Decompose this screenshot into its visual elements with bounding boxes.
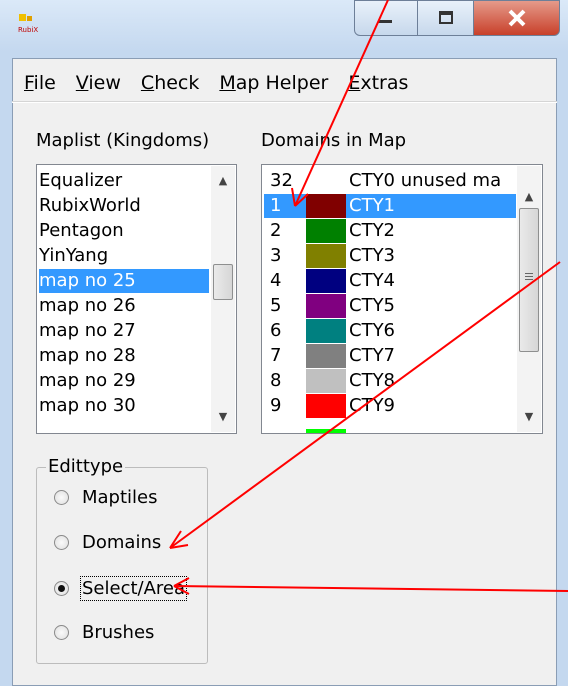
- maplist-item[interactable]: map no 28: [39, 344, 136, 368]
- maplist-item-selected[interactable]: map no 25: [39, 269, 209, 293]
- menu-file[interactable]: File: [14, 68, 66, 98]
- maplist-item[interactable]: map no 26: [39, 294, 136, 318]
- scroll-down-icon[interactable]: ▼: [211, 406, 235, 428]
- svg-text:RubiX: RubiX: [18, 26, 38, 34]
- domain-color-swatch: [306, 394, 346, 418]
- domain-color-swatch: [306, 344, 346, 368]
- domain-row[interactable]: 2 CTY2: [264, 219, 516, 243]
- scroll-up-icon[interactable]: ▲: [211, 170, 235, 192]
- menu-separator: [12, 101, 557, 103]
- minimize-icon: [378, 20, 392, 23]
- domain-color-swatch: [306, 219, 346, 243]
- domain-row[interactable]: 9 CTY9: [264, 394, 516, 418]
- menu-map-helper[interactable]: Map Helper: [209, 68, 338, 98]
- domains-scroll-thumb[interactable]: [519, 208, 539, 352]
- maplist-item[interactable]: map no 29: [39, 369, 136, 393]
- menu-bar: File View Check Map Helper Extras: [14, 68, 418, 98]
- domain-row[interactable]: 5 CTY5: [264, 294, 516, 318]
- minimize-button[interactable]: [354, 0, 418, 36]
- domain-row[interactable]: 4 CTY4: [264, 269, 516, 293]
- domain-color-swatch: [306, 319, 346, 343]
- maplist-scrollbar[interactable]: ▲ ▼: [211, 166, 235, 432]
- domains-label: Domains in Map: [261, 130, 407, 151]
- menu-view[interactable]: View: [66, 68, 131, 98]
- radio-circle-icon[interactable]: [54, 490, 69, 505]
- domain-row[interactable]: 7 CTY7: [264, 344, 516, 368]
- maplist-item[interactable]: Pentagon: [39, 219, 124, 243]
- radio-circle-icon[interactable]: [54, 535, 69, 550]
- maplist-item[interactable]: map no 30: [39, 394, 136, 418]
- domain-color-swatch: [306, 369, 346, 393]
- domain-row[interactable]: 32 CTY0 unused ma: [264, 169, 516, 193]
- maplist-label: Maplist (Kingdoms): [36, 130, 210, 151]
- radio-domains[interactable]: Domains: [54, 532, 161, 553]
- domain-color-swatch: [306, 294, 346, 318]
- maximize-button[interactable]: [418, 0, 474, 36]
- title-bar: RubiX: [0, 0, 568, 52]
- close-icon: [508, 9, 525, 27]
- edittype-title: Edittype: [46, 456, 126, 477]
- maplist-scroll-thumb[interactable]: [213, 264, 233, 300]
- radio-maptiles[interactable]: Maptiles: [54, 487, 158, 508]
- maplist-item[interactable]: Equalizer: [39, 169, 122, 193]
- maplist-item[interactable]: RubixWorld: [39, 194, 141, 218]
- radio-circle-icon[interactable]: [54, 625, 69, 640]
- close-button[interactable]: [474, 0, 560, 36]
- maplist-item[interactable]: YinYang: [39, 244, 108, 268]
- scroll-up-icon[interactable]: ▲: [517, 186, 541, 208]
- domains-scrollbar[interactable]: ▲ ▼: [517, 166, 541, 432]
- domain-row[interactable]: 6 CTY6: [264, 319, 516, 343]
- domain-row[interactable]: 8 CTY8: [264, 369, 516, 393]
- menu-extras[interactable]: Extras: [338, 68, 418, 98]
- domain-row[interactable]: 3 CTY3: [264, 244, 516, 268]
- scroll-down-icon[interactable]: ▼: [517, 406, 541, 428]
- domain-color-swatch: [306, 194, 346, 218]
- maplist-listbox[interactable]: Equalizer RubixWorld Pentagon YinYang ma…: [36, 164, 237, 434]
- radio-select-area[interactable]: Select/Area: [54, 576, 188, 601]
- domain-color-swatch: [306, 244, 346, 268]
- maximize-icon: [438, 11, 453, 24]
- maplist-item[interactable]: map no 27: [39, 319, 136, 343]
- app-logo-icon: RubiX: [18, 14, 38, 34]
- domain-color-swatch-partial: [306, 429, 346, 433]
- domains-listbox[interactable]: 32 CTY0 unused ma 1 CTY1 2 CTY2 3 CTY3 4…: [261, 164, 543, 434]
- domain-row-selected[interactable]: 1 CTY1: [264, 194, 516, 218]
- radio-brushes[interactable]: Brushes: [54, 622, 154, 643]
- domain-color-swatch: [306, 269, 346, 293]
- menu-check[interactable]: Check: [131, 68, 209, 98]
- radio-circle-checked-icon[interactable]: [54, 581, 69, 596]
